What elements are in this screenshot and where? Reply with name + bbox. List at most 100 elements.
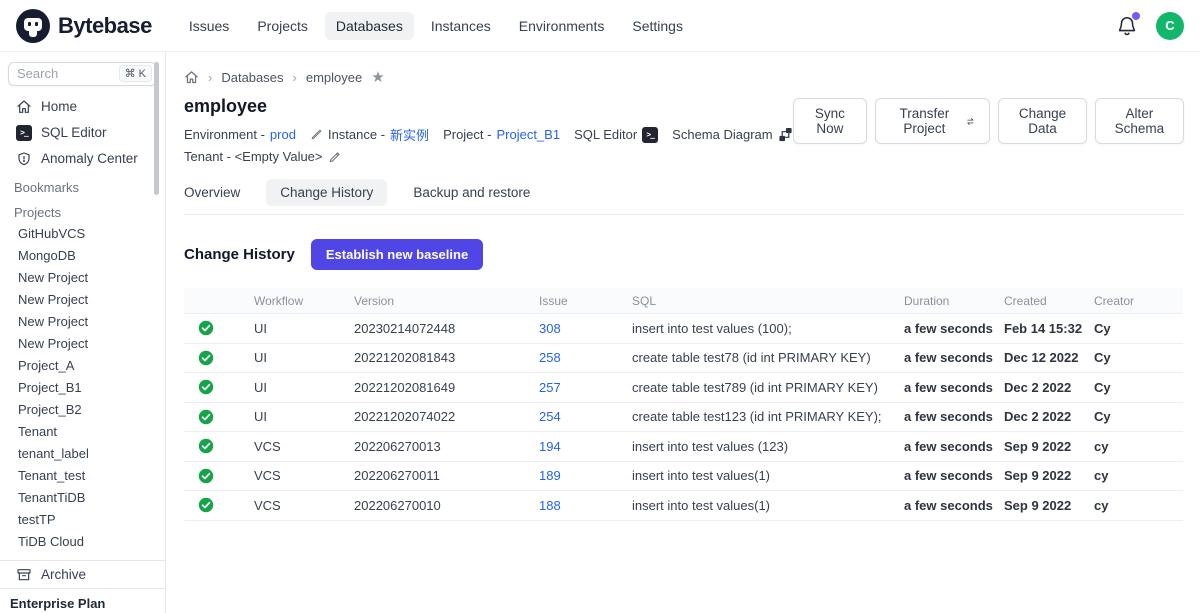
project-item[interactable]: New Project — [0, 310, 165, 332]
project-item[interactable]: TiDB Cloud — [0, 530, 165, 552]
sidebar-item-anomaly-center[interactable]: Anomaly Center — [0, 146, 165, 172]
success-check-icon — [198, 468, 214, 484]
plan-label: Enterprise Plan — [10, 596, 105, 611]
notification-bell-icon[interactable] — [1116, 15, 1138, 37]
success-check-icon — [198, 497, 214, 513]
col-sql: SQL — [632, 294, 904, 308]
meta-tenant: Tenant - <Empty Value> — [184, 149, 342, 164]
home-icon — [16, 99, 32, 115]
nav-item-settings[interactable]: Settings — [621, 12, 694, 40]
establish-baseline-button[interactable]: Establish new baseline — [311, 239, 483, 270]
meta-sql-editor[interactable]: SQL Editor >_ — [574, 127, 658, 143]
meta-schema-diagram[interactable]: Schema Diagram — [672, 127, 792, 142]
pen-icon — [310, 128, 323, 141]
nav-item-issues[interactable]: Issues — [178, 12, 240, 40]
col-creator: Creator — [1094, 294, 1183, 308]
transfer-project-button[interactable]: Transfer Project — [875, 98, 990, 144]
tab-change-history[interactable]: Change History — [266, 179, 387, 206]
project-item[interactable]: Project_B1 — [0, 376, 165, 398]
top-navbar: Bytebase Issues Projects Databases Insta… — [0, 0, 1200, 52]
col-workflow: Workflow — [254, 294, 354, 308]
brand-name: Bytebase — [58, 13, 152, 39]
tab-overview[interactable]: Overview — [184, 179, 240, 206]
project-item[interactable]: Tenant_test — [0, 464, 165, 486]
project-item[interactable]: MongoDB — [0, 244, 165, 266]
project-item[interactable]: Tenant — [0, 420, 165, 442]
main-content: › Databases › employee ★ employee Enviro… — [166, 52, 1200, 613]
table-row[interactable]: VCS 202206270011 189 insert into test va… — [184, 462, 1183, 492]
search-input[interactable]: Search ⌘ K — [8, 62, 157, 86]
sidebar-item-sql-editor[interactable]: >_ SQL Editor — [0, 120, 165, 146]
sidebar-item-archive[interactable]: Archive — [0, 561, 165, 588]
shield-icon — [16, 151, 32, 167]
sidebar: Search ⌘ K Home >_ SQL Editor Anomaly Ce… — [0, 52, 166, 613]
col-issue: Issue — [539, 294, 632, 308]
nav-item-databases[interactable]: Databases — [325, 12, 414, 40]
nav-item-instances[interactable]: Instances — [420, 12, 502, 40]
search-placeholder: Search — [17, 66, 115, 81]
issue-link[interactable]: 308 — [539, 321, 561, 336]
meta-project: Project - Project_B1 — [443, 127, 560, 142]
archive-icon — [16, 567, 32, 583]
col-duration: Duration — [904, 294, 1004, 308]
col-created: Created — [1004, 294, 1094, 308]
project-item[interactable]: TenantTiDB — [0, 486, 165, 508]
bytebase-logo[interactable]: Bytebase — [16, 9, 152, 43]
project-item[interactable]: New Project — [0, 288, 165, 310]
sync-now-button[interactable]: Sync Now — [793, 98, 868, 144]
issue-link[interactable]: 189 — [539, 468, 561, 483]
instance-link[interactable]: 新实例 — [390, 125, 429, 144]
tab-backup-and-restore[interactable]: Backup and restore — [413, 179, 530, 206]
project-item[interactable]: Project_A — [0, 354, 165, 376]
issue-link[interactable]: 258 — [539, 350, 561, 365]
home-breadcrumb-icon[interactable] — [184, 70, 199, 85]
issue-link[interactable]: 254 — [539, 409, 561, 424]
notification-badge — [1132, 12, 1140, 20]
plan-footer[interactable]: Enterprise Plan — [0, 588, 165, 613]
terminal-icon: >_ — [16, 125, 32, 141]
table-header: Workflow Version Issue SQL Duration Crea… — [184, 288, 1183, 314]
table-row[interactable]: VCS 202206270010 188 insert into test va… — [184, 491, 1183, 521]
breadcrumb-separator: › — [208, 70, 212, 85]
issue-link[interactable]: 194 — [539, 439, 561, 454]
edit-pencil-icon[interactable] — [328, 150, 342, 164]
project-item[interactable]: Project_B2 — [0, 398, 165, 420]
table-row[interactable]: VCS 202206270013 194 insert into test va… — [184, 432, 1183, 462]
table-row[interactable]: UI 20221202081649 257 create table test7… — [184, 373, 1183, 403]
sidebar-scrollbar[interactable] — [154, 62, 159, 195]
project-item[interactable]: New Project — [0, 332, 165, 354]
schema-diagram-icon — [778, 127, 793, 142]
main-nav: Issues Projects Databases Instances Envi… — [178, 12, 694, 40]
bookmarks-section-label: Bookmarks — [0, 178, 165, 197]
favorite-star-icon[interactable]: ★ — [371, 70, 384, 85]
user-avatar[interactable]: C — [1156, 12, 1184, 40]
table-row[interactable]: UI 20221202081843 258 create table test7… — [184, 344, 1183, 374]
meta-instance: Instance - 新实例 — [310, 125, 429, 144]
breadcrumb: › Databases › employee ★ — [184, 66, 1184, 88]
project-item[interactable]: testTP — [0, 508, 165, 530]
search-shortcut-badge: ⌘ K — [119, 65, 152, 82]
change-data-button[interactable]: Change Data — [998, 98, 1086, 144]
success-check-icon — [198, 438, 214, 454]
alter-schema-button[interactable]: Alter Schema — [1095, 98, 1184, 144]
nav-item-environments[interactable]: Environments — [508, 12, 616, 40]
project-item[interactable]: GitHubVCS — [0, 222, 165, 244]
project-item[interactable]: New Project — [0, 266, 165, 288]
sidebar-item-home[interactable]: Home — [0, 94, 165, 120]
meta-environment: Environment - prod — [184, 127, 296, 142]
nav-item-projects[interactable]: Projects — [246, 12, 319, 40]
project-link[interactable]: Project_B1 — [496, 127, 560, 142]
success-check-icon — [198, 409, 214, 425]
change-history-table: Workflow Version Issue SQL Duration Crea… — [184, 288, 1183, 521]
issue-link[interactable]: 188 — [539, 498, 561, 513]
breadcrumb-employee[interactable]: employee — [306, 70, 362, 85]
projects-section-label: Projects — [0, 203, 165, 222]
issue-link[interactable]: 257 — [539, 380, 561, 395]
transfer-arrows-icon — [965, 114, 976, 129]
project-list: GitHubVCS MongoDB New Project New Projec… — [0, 222, 165, 552]
breadcrumb-databases[interactable]: Databases — [221, 70, 283, 85]
table-row[interactable]: UI 20221202074022 254 create table test1… — [184, 403, 1183, 433]
table-row[interactable]: UI 20230214072448 308 insert into test v… — [184, 314, 1183, 344]
project-item[interactable]: tenant_label — [0, 442, 165, 464]
environment-link[interactable]: prod — [270, 127, 296, 142]
